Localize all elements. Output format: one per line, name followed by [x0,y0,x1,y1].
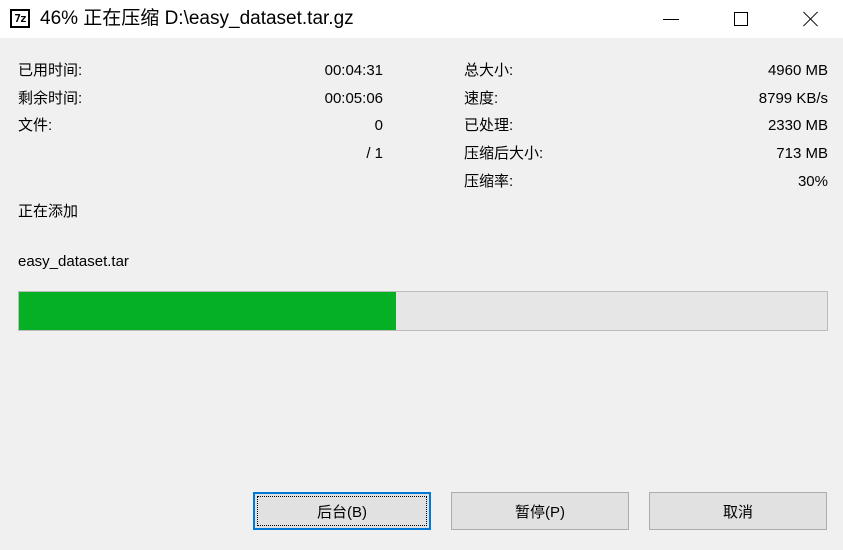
minimize-button[interactable] [647,0,695,38]
files-label: 文件: [18,117,53,134]
progress-bar-fill [19,292,397,330]
speed-value: 8799 KB/s [758,90,828,107]
current-file-name: easy_dataset.tar [18,253,129,270]
cancel-button-label: 取消 [722,503,753,521]
operation-status: 正在添加 [18,203,79,220]
close-icon [803,11,819,27]
total-size-label: 总大小: [464,62,514,79]
maximize-icon [734,12,748,26]
total-size-value: 4960 MB [767,62,828,79]
compression-ratio-label: 压缩率: [464,173,514,190]
processed-value: 2330 MB [767,117,828,134]
7zip-app-icon: 7z [10,9,30,28]
minimize-icon [663,18,679,20]
background-button-label: 后台(B) [317,503,367,521]
maximize-button[interactable] [717,0,765,38]
window-title: 46% 正在压缩 D:\easy_dataset.tar.gz [40,8,354,29]
title-bar[interactable]: 7z 46% 正在压缩 D:\easy_dataset.tar.gz [0,0,843,38]
remaining-time-label: 剩余时间: [18,90,83,107]
background-button[interactable]: 后台(B) [253,492,431,530]
speed-label: 速度: [464,90,499,107]
elapsed-time-label: 已用时间: [18,62,83,79]
progress-bar [18,291,828,331]
processed-label: 已处理: [464,117,514,134]
remaining-time-value: 00:05:06 [324,90,383,107]
elapsed-time-value: 00:04:31 [324,62,383,79]
compressed-size-value: 713 MB [776,145,828,162]
close-button[interactable] [787,0,835,38]
files-value: 0 [374,117,383,134]
compression-ratio-value: 30% [797,173,828,190]
cancel-button[interactable]: 取消 [649,492,827,530]
pause-button-label: 暂停(P) [515,503,565,521]
compressed-size-label: 压缩后大小: [464,145,544,162]
pause-button[interactable]: 暂停(P) [451,492,629,530]
files-total-value: / 1 [366,145,383,162]
compression-progress-window: 7z 46% 正在压缩 D:\easy_dataset.tar.gz 已用时间:… [0,0,843,550]
